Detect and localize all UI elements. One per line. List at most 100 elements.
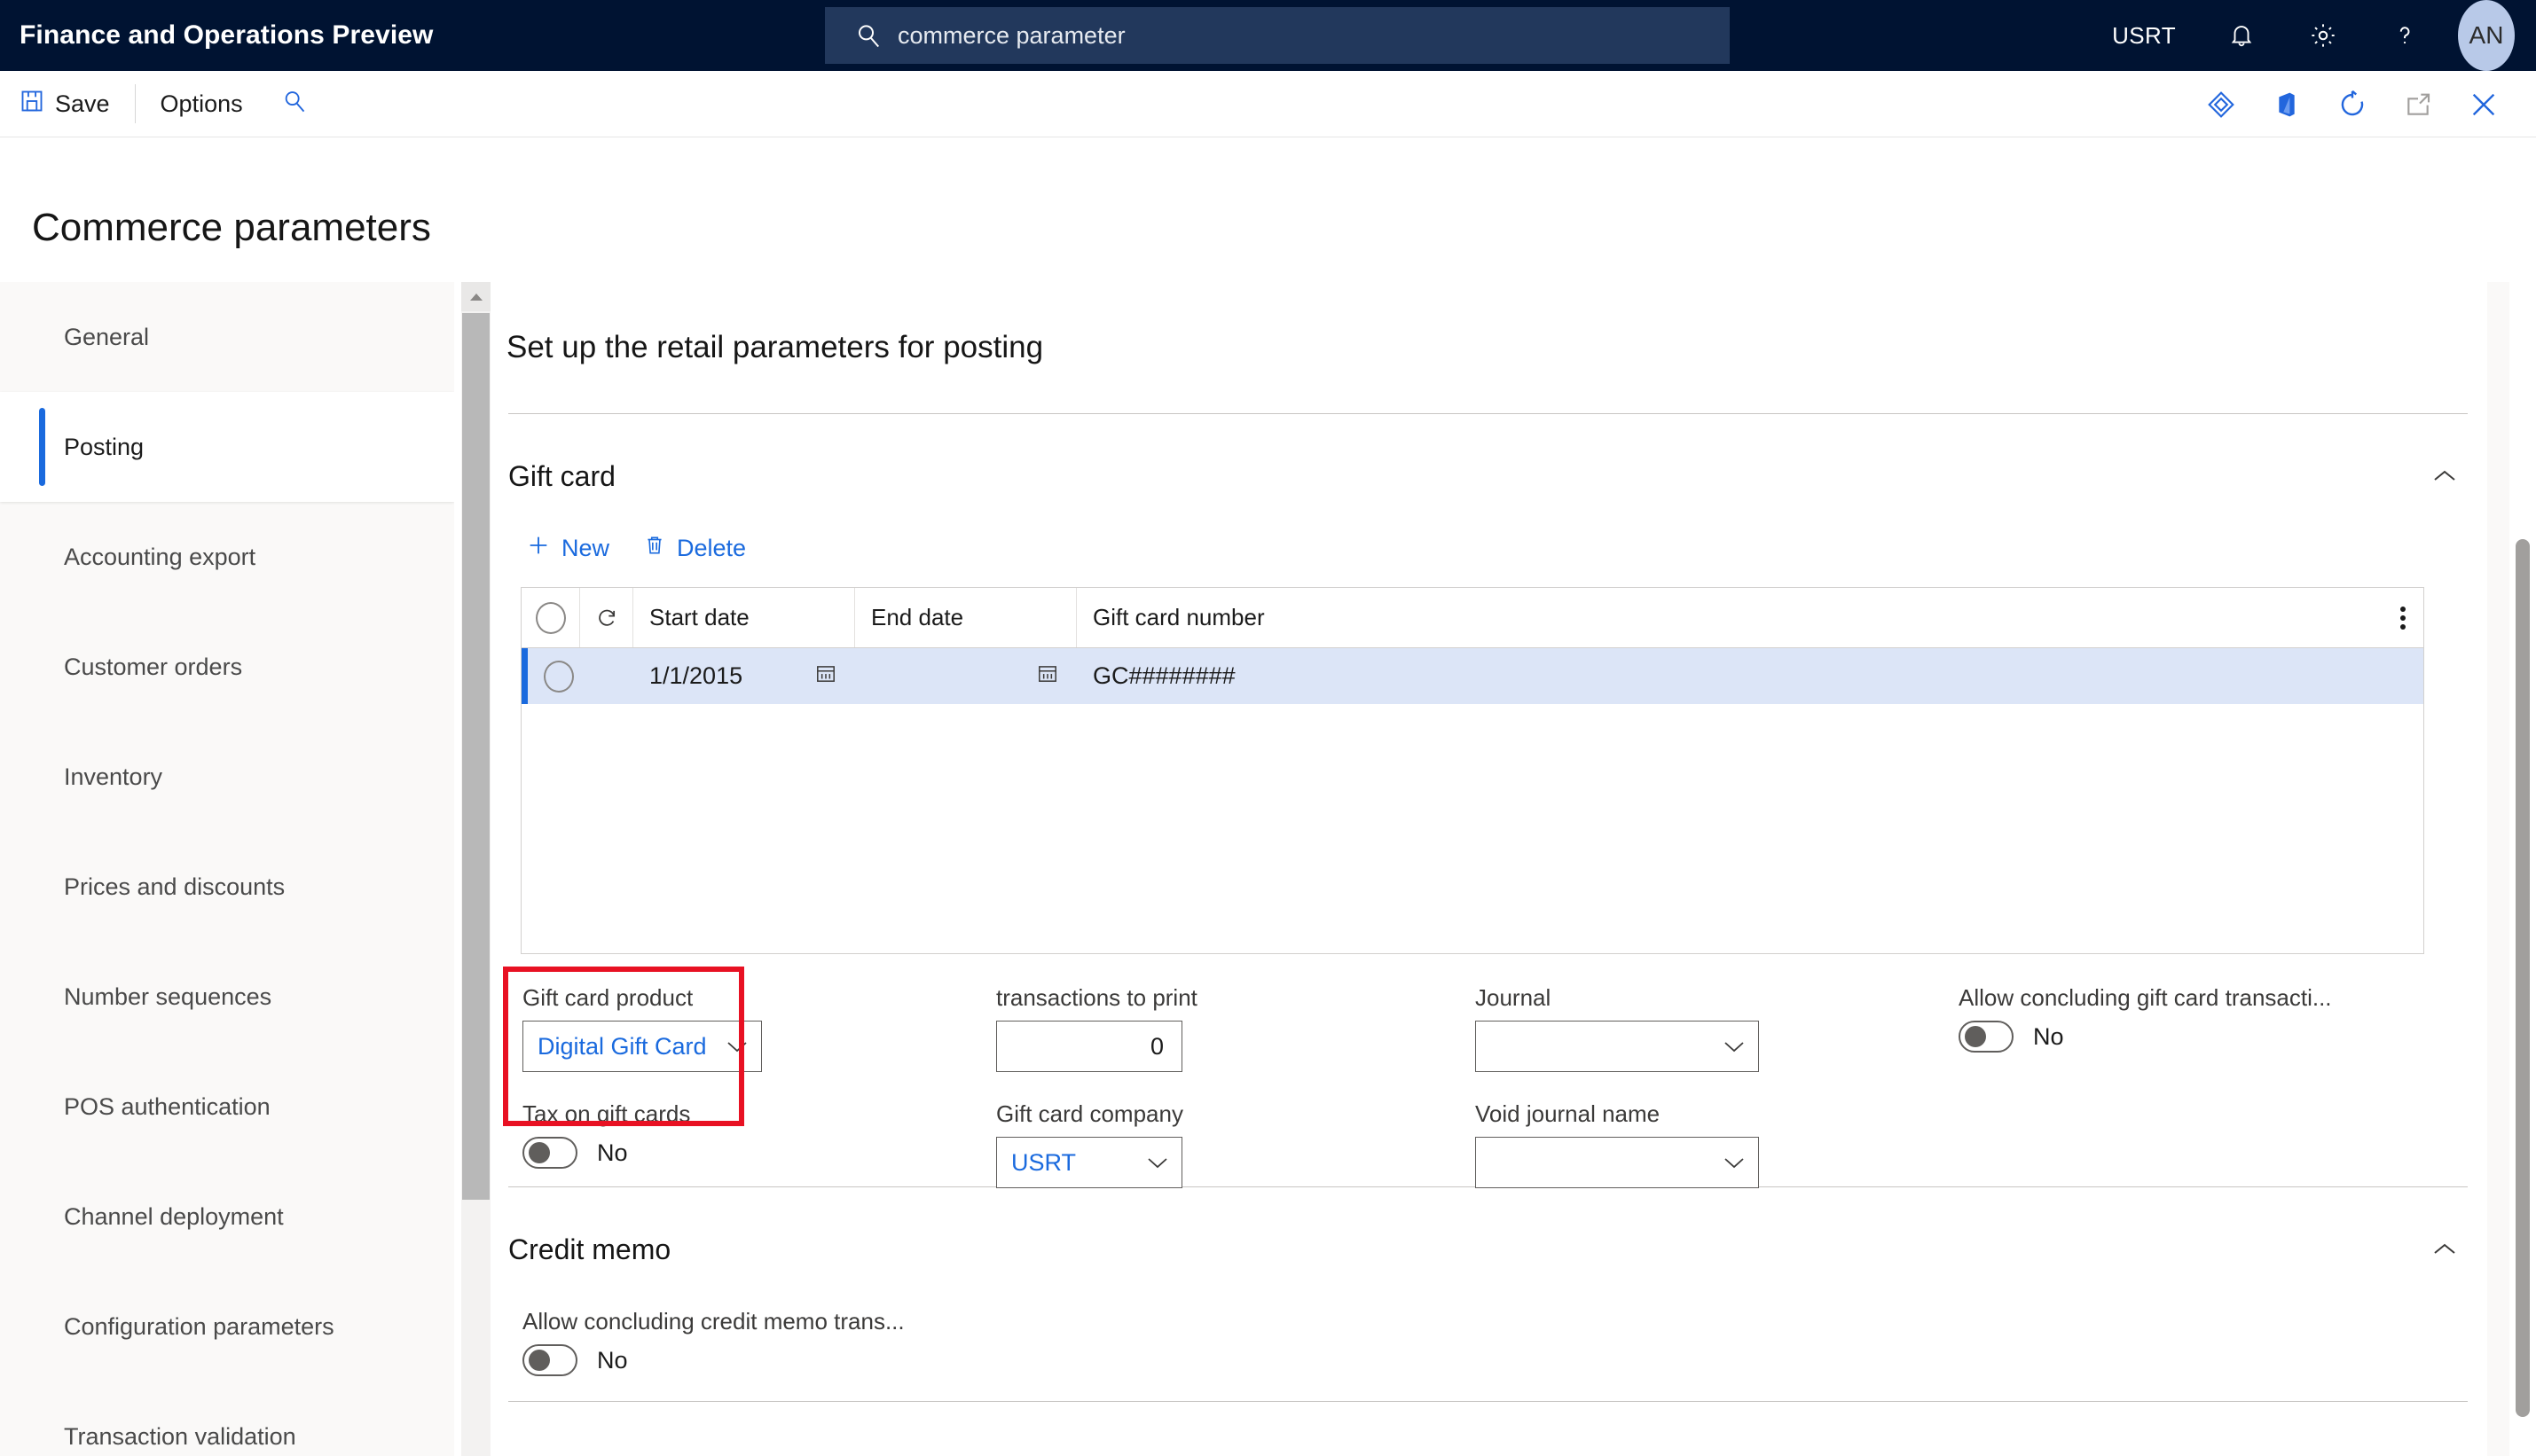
save-disk-icon <box>20 89 44 120</box>
scroll-up-arrow-icon[interactable] <box>461 282 491 311</box>
main-content-scrollbar[interactable] <box>2509 282 2536 1456</box>
chevron-up-icon[interactable] <box>2425 457 2464 496</box>
cell-end-date[interactable] <box>855 648 1077 704</box>
global-search-box[interactable]: commerce parameter <box>825 7 1730 64</box>
toggle-knob <box>1965 1026 1986 1047</box>
delete-button[interactable]: Delete <box>643 533 746 564</box>
gift-card-company-select[interactable]: USRT <box>996 1137 1182 1188</box>
chevron-down-icon <box>1723 1039 1746 1053</box>
journal-select[interactable] <box>1475 1021 1759 1072</box>
sidebar-item-channel-deployment[interactable]: Channel deployment <box>0 1162 454 1272</box>
row-select-checkbox[interactable] <box>522 648 580 704</box>
options-button[interactable]: Options <box>141 77 263 130</box>
avatar[interactable]: AN <box>2458 0 2515 71</box>
row-select-circle-icon <box>535 601 566 634</box>
calendar-icon[interactable] <box>1036 661 1059 691</box>
open-in-new-window-icon[interactable] <box>2385 71 2451 137</box>
sidebar-item-inventory[interactable]: Inventory <box>0 722 454 832</box>
transactions-to-print-input[interactable]: 0 <box>996 1021 1182 1072</box>
calendar-icon[interactable] <box>814 661 837 691</box>
left-pane-scrollbar-thumb[interactable] <box>462 313 490 1200</box>
options-label: Options <box>160 90 243 117</box>
tax-on-gift-cards-toggle[interactable] <box>522 1137 577 1169</box>
allow-concluding-credit-memo-toggle-wrap: No <box>522 1344 966 1376</box>
notification-bell-icon[interactable] <box>2201 0 2282 71</box>
sidebar-item-customer-orders[interactable]: Customer orders <box>0 612 454 722</box>
main-content-scrollbar-thumb[interactable] <box>2516 539 2530 1417</box>
grid-header-row: Start date End date Gift card number <box>522 588 2423 648</box>
chevron-down-icon <box>726 1039 749 1053</box>
sidebar-item-configuration-parameters[interactable]: Configuration parameters <box>0 1272 454 1382</box>
allow-concluding-gift-card-toggle[interactable] <box>1959 1021 2014 1053</box>
page-search-button[interactable] <box>263 77 326 130</box>
sidebar-item-number-sequences[interactable]: Number sequences <box>0 942 454 1052</box>
gift-card-product-select[interactable]: Digital Gift Card <box>522 1021 762 1072</box>
cell-gift-card-number[interactable]: GC######## <box>1077 648 2423 704</box>
command-bar-right-actions <box>2188 71 2516 137</box>
gear-icon[interactable] <box>2282 0 2364 71</box>
row-select-circle-icon <box>544 660 574 693</box>
field-gift-card-company: Gift card company USRT <box>996 1100 1183 1188</box>
column-header-end-date[interactable]: End date <box>855 588 1077 647</box>
heading-divider <box>508 413 2468 414</box>
office-app-icon[interactable] <box>2254 71 2320 137</box>
allow-concluding-gift-card-toggle-wrap: No <box>1959 1021 2358 1053</box>
more-vertical-icon[interactable] <box>2399 588 2407 648</box>
refresh-circular-icon[interactable] <box>2320 71 2385 137</box>
field-allow-concluding-credit-memo: Allow concluding credit memo trans... No <box>522 1308 966 1376</box>
search-input-value: commerce parameter <box>898 21 1126 49</box>
new-label: New <box>561 535 610 561</box>
sidebar-item-general[interactable]: General <box>0 282 454 392</box>
new-button[interactable]: New <box>526 533 609 564</box>
giftcard-group-header: Gift card <box>508 457 2464 496</box>
command-bar: Save Options <box>0 71 2536 137</box>
allow-concluding-credit-memo-toggle[interactable] <box>522 1344 577 1376</box>
sidebar-item-label: Inventory <box>64 763 163 790</box>
save-label: Save <box>55 90 110 117</box>
tax-on-gift-cards-toggle-wrap: No <box>522 1137 789 1169</box>
refresh-row-icon[interactable] <box>580 588 633 647</box>
start-date-value: 1/1/2015 <box>649 662 743 689</box>
top-bar-right-actions: USRT AN <box>2087 0 2536 71</box>
column-header-gift-card-number[interactable]: Gift card number <box>1077 588 2423 647</box>
chevron-down-icon <box>1723 1155 1746 1170</box>
sidebar-item-label: Accounting export <box>64 543 256 570</box>
sidebar-item-label: Channel deployment <box>64 1202 284 1230</box>
sidebar-item-prices-and-discounts[interactable]: Prices and discounts <box>0 832 454 942</box>
legal-entity-selector[interactable]: USRT <box>2087 0 2201 71</box>
left-pane-scrollbar[interactable] <box>461 282 491 1456</box>
giftcard-grid: Start date End date Gift card number 1/1… <box>521 587 2424 954</box>
cell-start-date[interactable]: 1/1/2015 <box>633 648 855 704</box>
void-journal-name-label: Void journal name <box>1475 1100 1661 1127</box>
journal-label: Journal <box>1475 984 1551 1011</box>
sidebar-item-accounting-export[interactable]: Accounting export <box>0 502 454 612</box>
save-button[interactable]: Save <box>0 77 130 130</box>
top-navigation-bar: Finance and Operations Preview commerce … <box>0 0 2536 71</box>
chevron-up-icon[interactable] <box>2425 1230 2464 1269</box>
giftcard-grid-toolbar: New Delete <box>526 533 2487 564</box>
allow-concluding-gift-card-value: No <box>2033 1022 2064 1050</box>
sidebar-item-pos-authentication[interactable]: POS authentication <box>0 1052 454 1162</box>
delete-label: Delete <box>677 535 747 561</box>
table-row[interactable]: 1/1/2015 GC######## <box>522 648 2423 704</box>
help-question-icon[interactable] <box>2364 0 2446 71</box>
content-right-rail <box>2487 282 2509 1456</box>
app-title: Finance and Operations Preview <box>20 20 434 50</box>
gift-card-company-label: Gift card company <box>996 1100 1183 1127</box>
giftcard-fields: Gift card product Digital Gift Card Tax … <box>491 967 2487 1188</box>
main-content-area: Set up the retail parameters for posting… <box>491 282 2487 1456</box>
left-navigation-pane: General Posting Accounting export Custom… <box>0 282 454 1456</box>
credit-memo-group-title: Credit memo <box>508 1233 671 1265</box>
powerapps-diamond-icon[interactable] <box>2188 71 2254 137</box>
gift-card-company-value: USRT <box>1011 1148 1077 1176</box>
close-x-icon[interactable] <box>2451 71 2516 137</box>
column-header-start-date[interactable]: Start date <box>633 588 855 647</box>
allow-concluding-credit-memo-value: No <box>597 1346 628 1374</box>
field-allow-concluding-gift-card: Allow concluding gift card transacti... … <box>1959 984 2358 1053</box>
void-journal-name-select[interactable] <box>1475 1137 1759 1188</box>
sidebar-item-transaction-validation[interactable]: Transaction validation <box>0 1382 454 1456</box>
transactions-to-print-label: transactions to print <box>996 984 1197 1011</box>
sidebar-item-posting[interactable]: Posting <box>0 392 454 502</box>
select-all-rows-checkbox[interactable] <box>522 588 580 647</box>
sidebar-item-label: Customer orders <box>64 653 243 680</box>
